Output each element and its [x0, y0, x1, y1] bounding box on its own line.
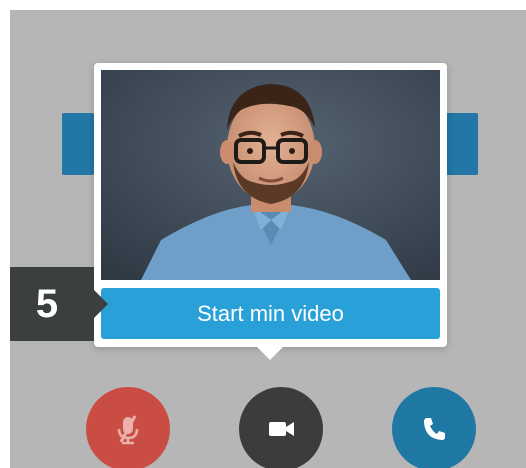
call-button[interactable] [392, 387, 476, 468]
step-badge-pointer [94, 290, 108, 318]
background-left-button [62, 113, 94, 175]
background-right-button [446, 113, 478, 175]
phone-icon [424, 418, 445, 440]
step-number-badge: 5 [10, 267, 94, 341]
video-camera-icon [269, 422, 294, 436]
mic-off-icon [117, 415, 139, 445]
start-min-video-button[interactable]: Start min video [101, 288, 440, 339]
popup-pointer [255, 345, 285, 360]
app-backdrop: Start min video 5 [10, 10, 526, 468]
mute-button[interactable] [86, 387, 170, 468]
video-toggle-button[interactable] [239, 387, 323, 468]
camera-preview-image [101, 70, 440, 280]
step-number: 5 [35, 281, 59, 326]
video-preview-popup: Start min video [94, 63, 447, 347]
